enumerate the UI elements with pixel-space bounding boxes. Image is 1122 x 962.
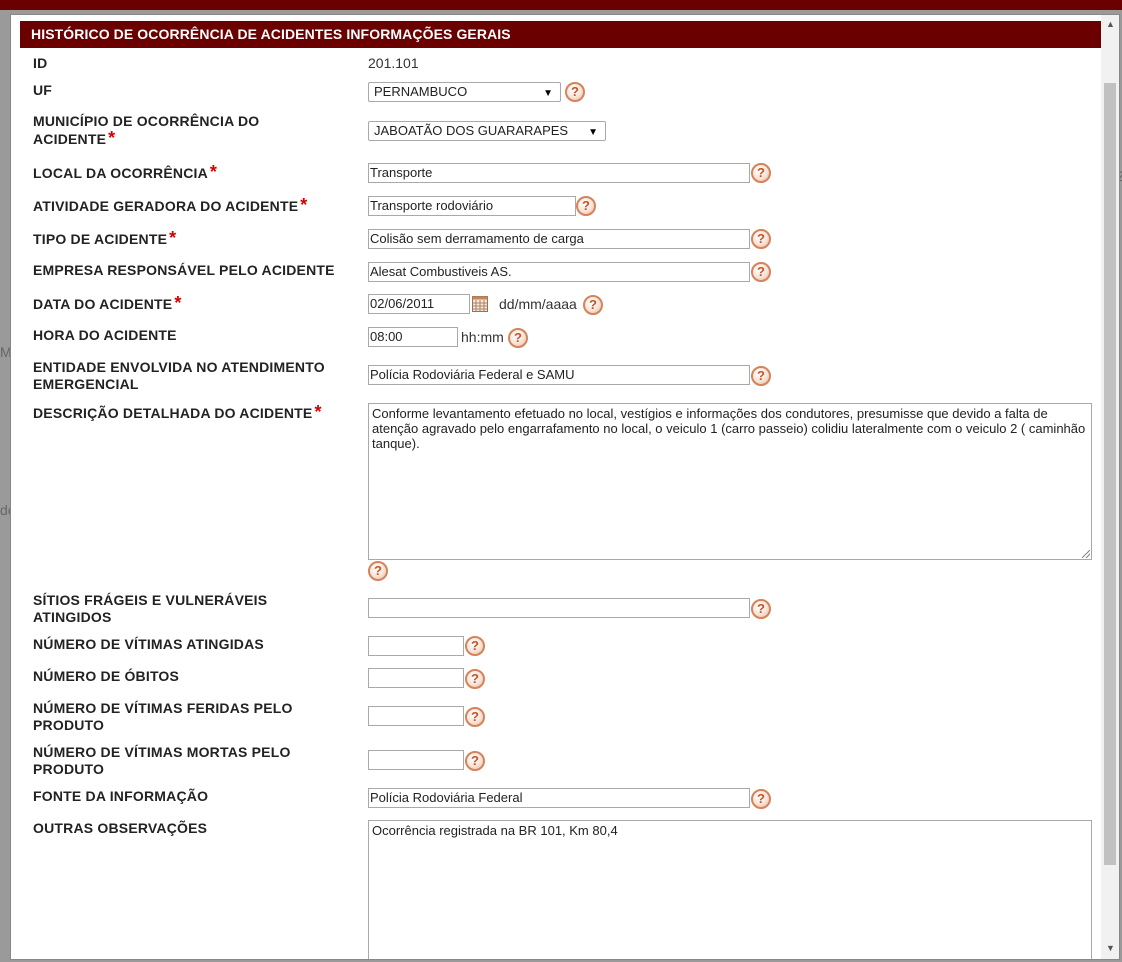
fonte-label: FONTE DA INFORMAÇÃO: [33, 788, 209, 804]
help-icon[interactable]: ?: [751, 262, 771, 282]
mortas-label-line1: NÚMERO DE VÍTIMAS MORTAS PELO: [33, 744, 291, 760]
obitos-input[interactable]: [368, 668, 464, 688]
chevron-down-icon: ▼: [588, 127, 598, 138]
data-input[interactable]: 02/06/2011: [368, 294, 470, 314]
help-icon[interactable]: ?: [465, 751, 485, 771]
empresa-label: EMPRESA RESPONSÁVEL PELO ACIDENTE: [33, 262, 335, 278]
municipio-label-line2: ACIDENTE: [33, 131, 107, 147]
feridas-input[interactable]: [368, 706, 464, 726]
required-mark: *: [300, 195, 308, 215]
required-mark: *: [169, 228, 177, 248]
entidade-label-line1: ENTIDADE ENVOLVIDA NO ATENDIMENTO: [33, 359, 325, 375]
resize-handle[interactable]: [1082, 550, 1090, 558]
entidade-label: ENTIDADE ENVOLVIDA NO ATENDIMENTO EMERGE…: [33, 359, 325, 393]
uf-label: UF: [33, 82, 53, 98]
help-icon[interactable]: ?: [751, 229, 771, 249]
feridas-label-line2: PRODUTO: [33, 717, 105, 733]
atividade-label: ATIVIDADE GERADORA DO ACIDENTE *: [33, 195, 308, 215]
mortas-label: NÚMERO DE VÍTIMAS MORTAS PELO PRODUTO: [33, 744, 291, 778]
sitios-input[interactable]: [368, 598, 750, 618]
dialog-header: HISTÓRICO DE OCORRÊNCIA DE ACIDENTES INF…: [20, 21, 1106, 48]
help-icon[interactable]: ?: [508, 328, 528, 348]
vitimas-input[interactable]: [368, 636, 464, 656]
local-input[interactable]: Transporte: [368, 163, 750, 183]
hora-label: HORA DO ACIDENTE: [33, 327, 177, 343]
descricao-textarea[interactable]: Conforme levantamento efetuado no local,…: [368, 403, 1092, 560]
tipo-label-text: TIPO DE ACIDENTE: [33, 231, 168, 247]
scroll-down-arrow-icon[interactable]: ▼: [1106, 943, 1115, 953]
required-mark: *: [314, 402, 322, 422]
help-icon[interactable]: ?: [751, 599, 771, 619]
id-label: ID: [33, 55, 48, 71]
atividade-label-text: ATIVIDADE GERADORA DO ACIDENTE: [33, 198, 299, 214]
mortas-input[interactable]: [368, 750, 464, 770]
help-icon[interactable]: ?: [465, 636, 485, 656]
outras-label: OUTRAS OBSERVAÇÕES: [33, 820, 208, 836]
sitios-label-line1: SÍTIOS FRÁGEIS E VULNERÁVEIS: [33, 592, 268, 608]
required-mark: *: [108, 128, 116, 148]
descricao-label: DESCRIÇÃO DETALHADA DO ACIDENTE *: [33, 402, 322, 422]
obitos-label: NÚMERO DE ÓBITOS: [33, 668, 180, 684]
vitimas-label: NÚMERO DE VÍTIMAS ATINGIDAS: [33, 636, 264, 652]
required-mark: *: [174, 293, 182, 313]
uf-select-value: PERNAMBUCO: [374, 84, 468, 99]
required-mark: *: [209, 162, 218, 182]
tipo-input[interactable]: Colisão sem derramamento de carga: [368, 229, 750, 249]
scrollbar-thumb[interactable]: [1104, 83, 1116, 865]
mortas-label-line2: PRODUTO: [33, 761, 105, 777]
help-icon[interactable]: ?: [751, 366, 771, 386]
local-label-text: LOCAL DA OCORRÊNCIA: [33, 165, 208, 181]
chevron-down-icon: ▼: [543, 88, 553, 99]
data-label-text: DATA DO ACIDENTE: [33, 296, 173, 312]
feridas-label: NÚMERO DE VÍTIMAS FERIDAS PELO PRODUTO: [33, 700, 293, 734]
entidade-label-line2: EMERGENCIAL: [33, 376, 139, 392]
municipio-select-value: JABOATÃO DOS GUARARAPES: [374, 123, 569, 138]
uf-select[interactable]: PERNAMBUCO ▼: [368, 82, 561, 102]
empresa-input[interactable]: Alesat Combustiveis AS.: [368, 262, 750, 282]
scroll-up-arrow-icon[interactable]: ▲: [1106, 19, 1115, 29]
vertical-scrollbar[interactable]: ▲ ▼: [1101, 15, 1119, 959]
help-icon[interactable]: ?: [465, 669, 485, 689]
tipo-label: TIPO DE ACIDENTE *: [33, 228, 177, 248]
descricao-text: Conforme levantamento efetuado no local,…: [372, 406, 1086, 451]
municipio-label-line1: MUNICÍPIO DE OCORRÊNCIA DO: [33, 113, 260, 129]
entidade-input[interactable]: Polícia Rodoviária Federal e SAMU: [368, 365, 750, 385]
id-value: 201.101: [368, 55, 419, 71]
help-icon[interactable]: ?: [565, 82, 585, 102]
data-label: DATA DO ACIDENTE *: [33, 293, 182, 313]
app-top-bar: [0, 0, 1122, 10]
outras-textarea[interactable]: Ocorrência registrada na BR 101, Km 80,4: [368, 820, 1092, 959]
calendar-icon[interactable]: [472, 296, 488, 312]
municipio-label: MUNICÍPIO DE OCORRÊNCIA DO ACIDENTE *: [33, 113, 259, 148]
data-format-hint: dd/mm/aaaa: [499, 296, 577, 312]
help-icon[interactable]: ?: [751, 789, 771, 809]
sitios-label-line2: ATINGIDOS: [33, 609, 112, 625]
help-icon[interactable]: ?: [576, 196, 596, 216]
atividade-input[interactable]: Transporte rodoviário: [368, 196, 576, 216]
municipio-select[interactable]: JABOATÃO DOS GUARARAPES ▼: [368, 121, 606, 141]
help-icon[interactable]: ?: [465, 707, 485, 727]
sitios-label: SÍTIOS FRÁGEIS E VULNERÁVEIS ATINGIDOS: [33, 592, 267, 626]
local-label: LOCAL DA OCORRÊNCIA *: [33, 162, 218, 182]
feridas-label-line1: NÚMERO DE VÍTIMAS FERIDAS PELO: [33, 700, 293, 716]
descricao-label-text: DESCRIÇÃO DETALHADA DO ACIDENTE: [33, 405, 313, 421]
occurrence-dialog: HISTÓRICO DE OCORRÊNCIA DE ACIDENTES INF…: [10, 14, 1120, 960]
help-icon[interactable]: ?: [583, 295, 603, 315]
help-icon[interactable]: ?: [368, 561, 388, 581]
help-icon[interactable]: ?: [751, 163, 771, 183]
hora-format-hint: hh:mm: [461, 329, 504, 345]
hora-input[interactable]: 08:00: [368, 327, 458, 347]
outras-text: Ocorrência registrada na BR 101, Km 80,4: [372, 823, 618, 838]
fonte-input[interactable]: Polícia Rodoviária Federal: [368, 788, 750, 808]
